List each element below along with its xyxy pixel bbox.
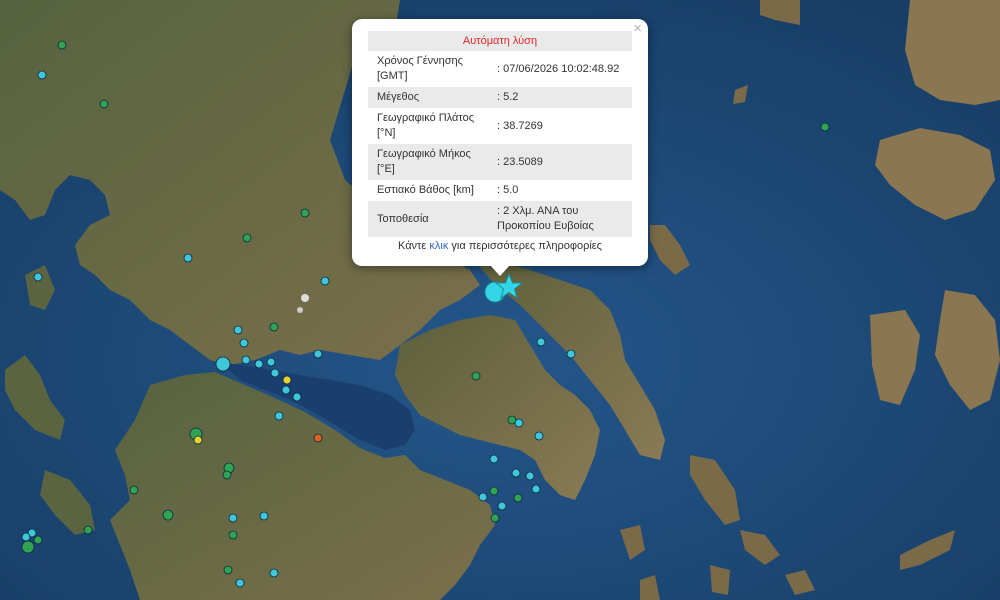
earthquake-marker[interactable] — [300, 208, 310, 218]
detail-row-time: Χρόνος Γέννησης [GMT] : 07/06/2026 10:02… — [368, 51, 632, 87]
earthquake-marker[interactable] — [259, 511, 269, 521]
earthquake-marker[interactable] — [83, 525, 93, 535]
snow-peak — [297, 307, 303, 313]
detail-value: : 2 Χλμ. ΑΝΑ του Προκοπίου Ευβοίας — [488, 201, 632, 237]
earthquake-marker[interactable] — [269, 568, 279, 578]
more-info-link[interactable]: κλικ — [429, 240, 448, 252]
earthquake-marker[interactable] — [292, 392, 302, 402]
earthquake-marker[interactable] — [513, 493, 523, 503]
earthquake-marker[interactable] — [233, 325, 243, 335]
earthquake-marker[interactable] — [222, 470, 232, 480]
earthquake-marker[interactable] — [270, 368, 280, 378]
detail-value: : 38.7269 — [497, 119, 543, 132]
earthquake-marker[interactable] — [241, 355, 251, 365]
detail-row-longitude: Γεωγραφικό Μήκος [°E] : 23.5089 — [368, 144, 632, 180]
earthquake-marker[interactable] — [489, 454, 499, 464]
earthquake-marker[interactable] — [511, 468, 521, 478]
earthquake-marker[interactable] — [228, 513, 238, 523]
earthquake-marker[interactable] — [254, 359, 264, 369]
earthquake-marker[interactable] — [566, 349, 576, 359]
earthquake-marker[interactable] — [33, 272, 43, 282]
detail-label: Εστιακό Βάθος [km] — [377, 184, 474, 196]
earthquake-marker[interactable] — [534, 431, 544, 441]
popup-title: Αυτόματη λύση — [368, 31, 632, 51]
earthquake-marker[interactable] — [490, 513, 500, 523]
snow-peak — [301, 294, 309, 302]
detail-label: Χρόνος Γέννησης [GMT] — [377, 55, 463, 82]
earthquake-marker[interactable] — [820, 122, 830, 132]
earthquake-marker[interactable] — [215, 356, 231, 372]
earthquake-marker[interactable] — [313, 433, 323, 443]
earthquake-marker[interactable] — [99, 99, 109, 109]
detail-row-magnitude: Μέγεθος : 5.2 — [368, 87, 632, 108]
earthquake-marker[interactable] — [228, 530, 238, 540]
earthquake-marker[interactable] — [536, 337, 546, 347]
more-info-prefix: Κάντε — [398, 240, 430, 252]
earthquake-marker[interactable] — [489, 486, 499, 496]
earthquake-marker[interactable] — [478, 492, 488, 502]
detail-label: Τοποθεσία — [368, 201, 488, 237]
earthquake-marker[interactable] — [266, 357, 276, 367]
earthquake-marker[interactable] — [531, 484, 541, 494]
more-info-line: Κάντε κλικ για περισσότερες πληροφορίες — [368, 240, 632, 252]
detail-label: Γεωγραφικό Πλάτος [°N] — [377, 112, 475, 139]
detail-row-location: Τοποθεσία : 2 Χλμ. ΑΝΑ του Προκοπίου Ευβ… — [368, 201, 632, 237]
earthquake-marker[interactable] — [281, 385, 291, 395]
detail-label: Μέγεθος — [368, 87, 488, 108]
earthquake-marker[interactable] — [242, 233, 252, 243]
earthquake-marker[interactable] — [239, 338, 249, 348]
earthquake-marker[interactable] — [57, 40, 67, 50]
earthquake-marker[interactable] — [33, 535, 43, 545]
earthquake-marker[interactable] — [129, 485, 139, 495]
earthquake-marker[interactable] — [162, 509, 174, 521]
detail-row-depth: Εστιακό Βάθος [km] : 5.0 — [368, 180, 632, 201]
earthquake-marker[interactable] — [497, 501, 507, 511]
earthquake-marker[interactable] — [274, 411, 284, 421]
earthquake-marker[interactable] — [183, 253, 193, 263]
close-icon[interactable]: × — [633, 21, 642, 37]
popup-pointer — [489, 264, 511, 276]
detail-value: : 5.0 — [497, 184, 519, 196]
detail-value: : 5.2 — [488, 87, 632, 108]
earthquake-marker[interactable] — [235, 578, 245, 588]
earthquake-marker[interactable] — [313, 349, 323, 359]
earthquake-marker[interactable] — [320, 276, 330, 286]
detail-row-latitude: Γεωγραφικό Πλάτος [°N] : 38.7269 — [368, 108, 632, 144]
detail-value: : 07/06/2026 10:02:48.92 — [497, 62, 620, 75]
earthquake-marker[interactable] — [193, 435, 203, 445]
detail-value: : 23.5089 — [488, 144, 632, 180]
earthquake-marker[interactable] — [21, 532, 31, 542]
detail-label: Γεωγραφικό Μήκος [°E] — [368, 144, 488, 180]
earthquake-marker[interactable] — [37, 70, 47, 80]
earthquake-marker[interactable] — [471, 371, 481, 381]
land-syros — [710, 565, 730, 595]
earthquake-details-table: Χρόνος Γέννησης [GMT] : 07/06/2026 10:02… — [368, 51, 632, 237]
earthquake-marker[interactable] — [269, 322, 279, 332]
earthquake-marker[interactable] — [223, 565, 233, 575]
more-info-suffix: για περισσότερες πληροφορίες — [448, 240, 602, 252]
earthquake-marker[interactable] — [525, 471, 535, 481]
earthquake-marker[interactable] — [21, 540, 35, 554]
earthquake-marker[interactable] — [282, 375, 292, 385]
earthquake-info-popup: × Αυτόματη λύση Χρόνος Γέννησης [GMT] : … — [352, 19, 648, 266]
earthquake-marker[interactable] — [514, 418, 524, 428]
